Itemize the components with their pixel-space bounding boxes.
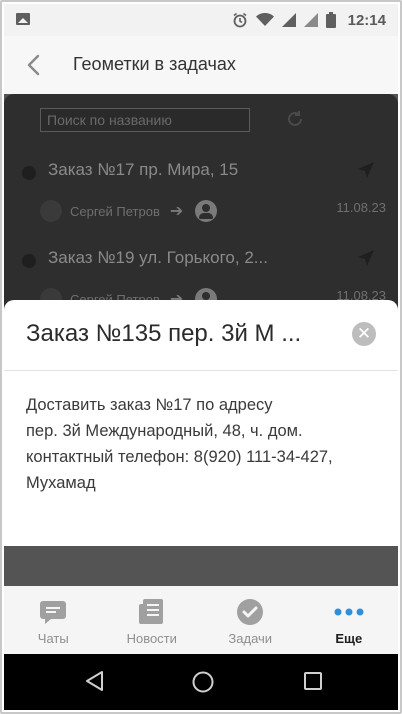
back-arrow-icon[interactable] [22,52,48,78]
divider [4,370,398,371]
task-title: Заказ №17 пр. Мира, 15 [48,160,239,179]
chat-icon [40,601,67,624]
page-title: Геометки в задачах [73,54,236,74]
user-icon [195,200,218,222]
description-line: пер. 3й Международный, 48, ч. дом. [26,422,303,440]
image-notification-icon [16,13,30,25]
battery-icon [325,12,336,28]
bottom-tab-bar: Чаты Новости Задачи Еще [4,586,398,654]
tab-more[interactable]: Еще [300,586,399,654]
sheet-title: Заказ №135 пер. 3й М ... [26,320,302,347]
task-assignment: Сергей Петров ➔ [40,200,218,222]
description-line: Мухамад [26,474,96,492]
task-date: 11.08.23 [336,200,386,215]
tab-label: Задачи [228,631,273,646]
status-icons: 12:14 [232,10,386,30]
search-input[interactable]: Поиск по названию [40,108,250,132]
check-icon [237,599,264,625]
tab-label: Чаты [37,631,69,646]
navigation-arrow-icon[interactable] [358,250,374,266]
task-item[interactable]: Заказ №17 пр. Мира, 15 Сергей Петров ➔ 1… [4,144,398,232]
signal-icon-2 [303,13,318,27]
news-icon [138,599,163,624]
tab-news[interactable]: Новости [103,586,202,654]
system-navigation-bar [4,654,398,710]
task-description: Доставить заказ №17 по адресу пер. 3й Ме… [26,392,378,496]
task-list: Поиск по названию Заказ №17 пр. Мира, 15… [4,94,398,314]
task-details-sheet: Заказ №135 пер. 3й М ... ✕ Доставить зак… [4,300,398,546]
navigation-arrow-icon[interactable] [358,162,374,178]
signal-icon [281,13,296,27]
tab-label: Новости [126,631,177,646]
tab-tasks[interactable]: Задачи [201,586,300,654]
home-circle-icon[interactable] [191,670,215,694]
status-dot [22,166,36,180]
app-header: Геометки в задачах [4,36,398,94]
status-bar: 12:14 [4,4,398,36]
avatar [40,200,62,222]
alarm-icon [233,12,247,28]
back-triangle-icon[interactable] [84,670,106,692]
refresh-icon[interactable] [286,110,304,128]
tab-chats[interactable]: Чаты [4,586,103,654]
status-time: 12:14 [347,11,386,29]
close-button[interactable]: ✕ [352,322,376,346]
recents-square-icon[interactable] [302,670,324,692]
description-line: Доставить заказ №17 по адресу [26,396,273,414]
author-name: Сергей Петров [70,203,160,219]
task-title: Заказ №19 ул. Горького, 2... [48,248,268,267]
arrow-right-icon: ➔ [169,203,184,220]
more-icon [334,608,364,616]
status-dot [22,254,36,268]
description-line: контактный телефон: 8(920) 111-34-427, [26,448,333,466]
wifi-icon [255,13,274,26]
tab-label: Еще [335,631,363,646]
